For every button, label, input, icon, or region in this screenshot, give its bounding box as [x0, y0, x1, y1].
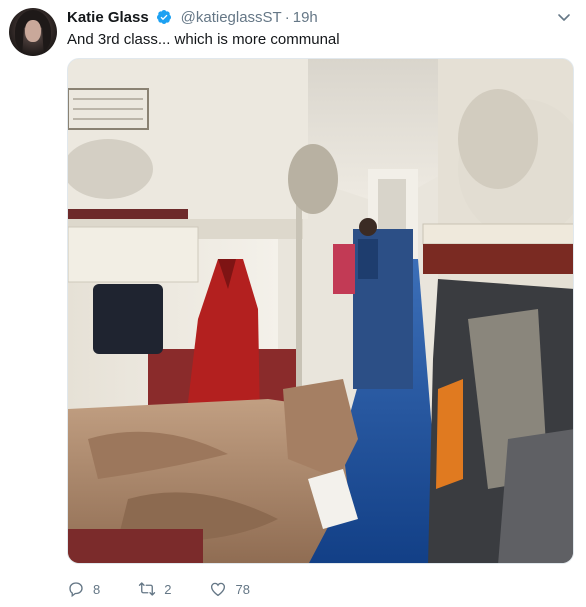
retweet-button[interactable]: 2 [138, 578, 171, 600]
avatar[interactable] [9, 8, 57, 56]
tweet-photo[interactable] [67, 58, 574, 564]
tweet-header: Katie Glass @katieglassST · 19h [67, 9, 546, 29]
tweet-text: And 3rd class... which is more communal [67, 31, 340, 48]
author-handle[interactable]: @katieglassST [181, 9, 282, 26]
like-icon [211, 582, 226, 597]
chevron-down-icon[interactable] [556, 9, 572, 25]
reply-count: 8 [93, 581, 101, 597]
reply-icon [69, 582, 83, 598]
retweet-count: 2 [164, 581, 172, 597]
like-button[interactable]: 78 [209, 578, 250, 600]
tweet-actions: 8 2 78 [67, 578, 288, 600]
separator-dot: · [284, 9, 290, 26]
tweet-timestamp[interactable]: 19h [293, 9, 318, 26]
retweet-icon [139, 582, 156, 596]
like-count: 78 [235, 581, 250, 597]
reply-button[interactable]: 8 [67, 578, 100, 600]
verified-badge-icon [156, 9, 172, 30]
author-name[interactable]: Katie Glass [67, 9, 149, 26]
